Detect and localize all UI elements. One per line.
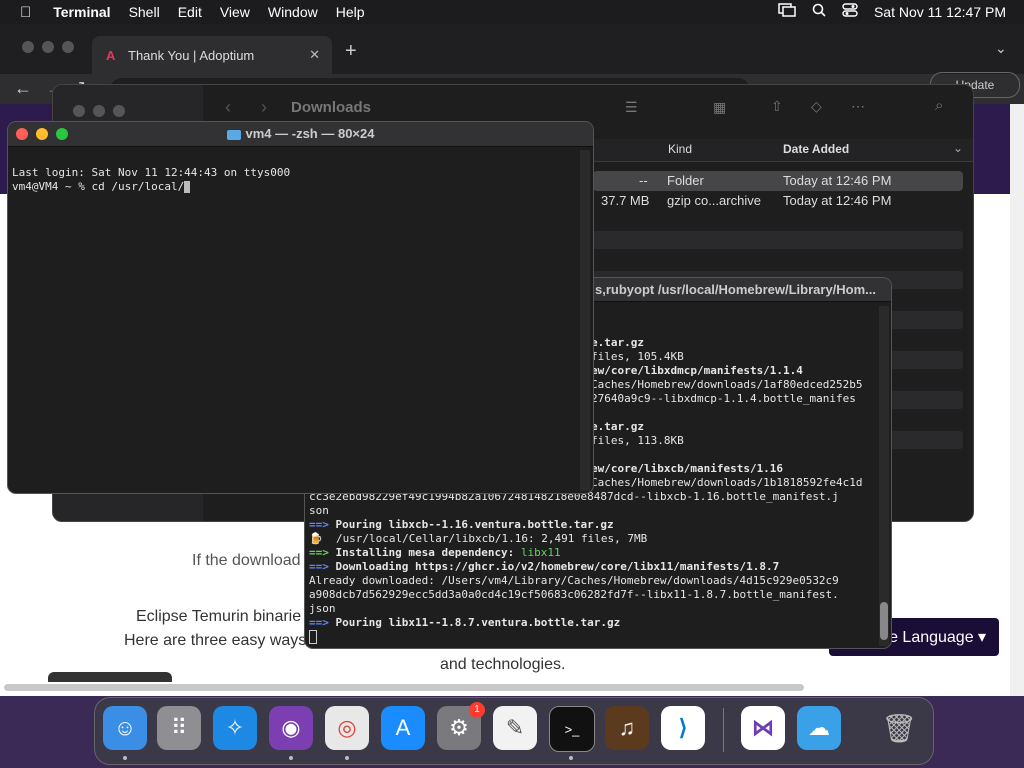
apple-menu-icon[interactable]: : [20, 4, 31, 21]
menu-view[interactable]: View: [220, 4, 250, 20]
app-store-dock-icon[interactable]: A: [381, 706, 425, 750]
finder-row[interactable]: 37.7 MB gzip co...archive Today at 12:46…: [593, 191, 963, 211]
back-arrow-icon[interactable]: ←: [14, 78, 32, 99]
technologies-text: and technologies.: [440, 656, 566, 673]
garageband-dock-icon[interactable]: ♫: [605, 706, 649, 750]
download-message: If the download: [192, 552, 301, 569]
shell-prompt: vm4@VM4 ~ %: [12, 180, 92, 193]
three-ways-text: Here are three easy ways: [124, 632, 307, 649]
textedit-dock-icon[interactable]: ✎: [493, 706, 537, 750]
terminal-cursor: [309, 630, 317, 644]
launchpad-dock-icon[interactable]: ⠿: [157, 706, 201, 750]
last-login-line: Last login: Sat Nov 11 12:44:43 on ttys0…: [12, 166, 291, 179]
folder-icon: [226, 129, 241, 140]
chrome-dock-icon[interactable]: ◎: [325, 706, 369, 750]
terminal-titlebar: vm4 — -zsh — 80×24: [8, 122, 593, 147]
app-menu[interactable]: Terminal: [53, 4, 110, 20]
control-center-icon[interactable]: [842, 3, 858, 20]
terminal-close-button[interactable]: [16, 128, 28, 140]
terminal-minimize-button[interactable]: [36, 128, 48, 140]
notification-badge: 1: [469, 702, 485, 718]
running-indicator: [289, 756, 293, 760]
zoom-window-button[interactable]: [62, 41, 74, 53]
empty-row: [593, 231, 963, 249]
dock: ☺ ⠿ ✧ ◉ ◎ A ⚙ 1 ✎ >_ ♫ ⟩ ⋈ ☁ 🗑: [94, 697, 934, 765]
menu-window[interactable]: Window: [268, 4, 318, 20]
terminal-window-zsh[interactable]: vm4 — -zsh — 80×24 Last login: Sat Nov 1…: [7, 121, 594, 494]
finder-back-icon[interactable]: ‹: [225, 97, 231, 118]
finder-minimize-button[interactable]: [93, 105, 105, 117]
command-input[interactable]: cd /usr/local/: [91, 180, 184, 193]
screen-mirroring-icon[interactable]: [778, 3, 796, 20]
close-tab-icon[interactable]: ✕: [309, 47, 320, 63]
scroll-thumb[interactable]: [880, 602, 888, 640]
horizontal-scrollbar[interactable]: [4, 684, 804, 691]
finder-row[interactable]: -- Folder Today at 12:46 PM: [593, 171, 963, 191]
running-indicator: [345, 756, 349, 760]
share-icon[interactable]: ⇧: [771, 98, 783, 115]
sort-chevron-icon[interactable]: ⌄: [953, 141, 963, 155]
dock-separator: [723, 708, 724, 752]
terminal-zoom-button[interactable]: [56, 128, 68, 140]
more-actions-icon[interactable]: ⋯: [851, 98, 865, 115]
new-tab-icon[interactable]: +: [345, 40, 357, 63]
menu-edit[interactable]: Edit: [178, 4, 202, 20]
clock[interactable]: Sat Nov 11 12:47 PM: [874, 4, 1006, 20]
finder-forward-icon[interactable]: ›: [261, 97, 267, 118]
running-indicator: [569, 756, 573, 760]
vscode-dock-icon[interactable]: ⟩: [661, 706, 705, 750]
finder-dock-icon[interactable]: ☺: [103, 706, 147, 750]
page-scrollbar[interactable]: [1010, 104, 1024, 696]
tag-icon[interactable]: ◇: [811, 98, 822, 115]
menu-bar:  Terminal Shell Edit View Window Help S…: [0, 0, 1024, 24]
firefox-dock-icon[interactable]: ◉: [269, 706, 313, 750]
close-window-button[interactable]: [22, 41, 34, 53]
terminal-scrollbar[interactable]: [879, 306, 889, 646]
tab-bar: A Thank You | Adoptium ✕ + ⌄: [0, 24, 1024, 74]
partial-button[interactable]: [48, 672, 172, 682]
finder-zoom-button[interactable]: [113, 105, 125, 117]
trash-dock-icon[interactable]: 🗑: [877, 706, 921, 750]
search-icon[interactable]: [812, 3, 826, 20]
tab-list-chevron-icon[interactable]: ⌄: [995, 40, 1007, 57]
running-indicator: [123, 756, 127, 760]
visual-studio-dock-icon[interactable]: ⋈: [741, 706, 785, 750]
finder-title: Downloads: [291, 99, 372, 116]
finder-search-icon[interactable]: ⌕: [935, 97, 943, 114]
column-kind[interactable]: Kind: [668, 142, 692, 156]
terminal-title: vm4 — -zsh — 80×24: [245, 126, 375, 141]
terminal-dock-icon[interactable]: >_: [549, 706, 595, 752]
terminal-cursor: [184, 181, 191, 193]
tab-title: Thank You | Adoptium: [128, 47, 255, 63]
menu-shell[interactable]: Shell: [129, 4, 160, 20]
browser-tab[interactable]: A Thank You | Adoptium ✕: [92, 36, 332, 74]
minimize-window-button[interactable]: [42, 41, 54, 53]
temurin-text: Eclipse Temurin binarie: [136, 608, 302, 625]
group-icon[interactable]: ▦: [713, 99, 726, 116]
safari-dock-icon[interactable]: ✧: [213, 706, 257, 750]
column-date-added[interactable]: Date Added: [783, 142, 849, 156]
weather-dock-icon[interactable]: ☁: [797, 706, 841, 750]
finder-close-button[interactable]: [73, 105, 85, 117]
menu-help[interactable]: Help: [336, 4, 365, 20]
adoptium-logo-icon: A: [106, 48, 116, 63]
terminal-scrollbar[interactable]: [580, 150, 590, 491]
list-view-icon[interactable]: ☰: [625, 99, 638, 116]
